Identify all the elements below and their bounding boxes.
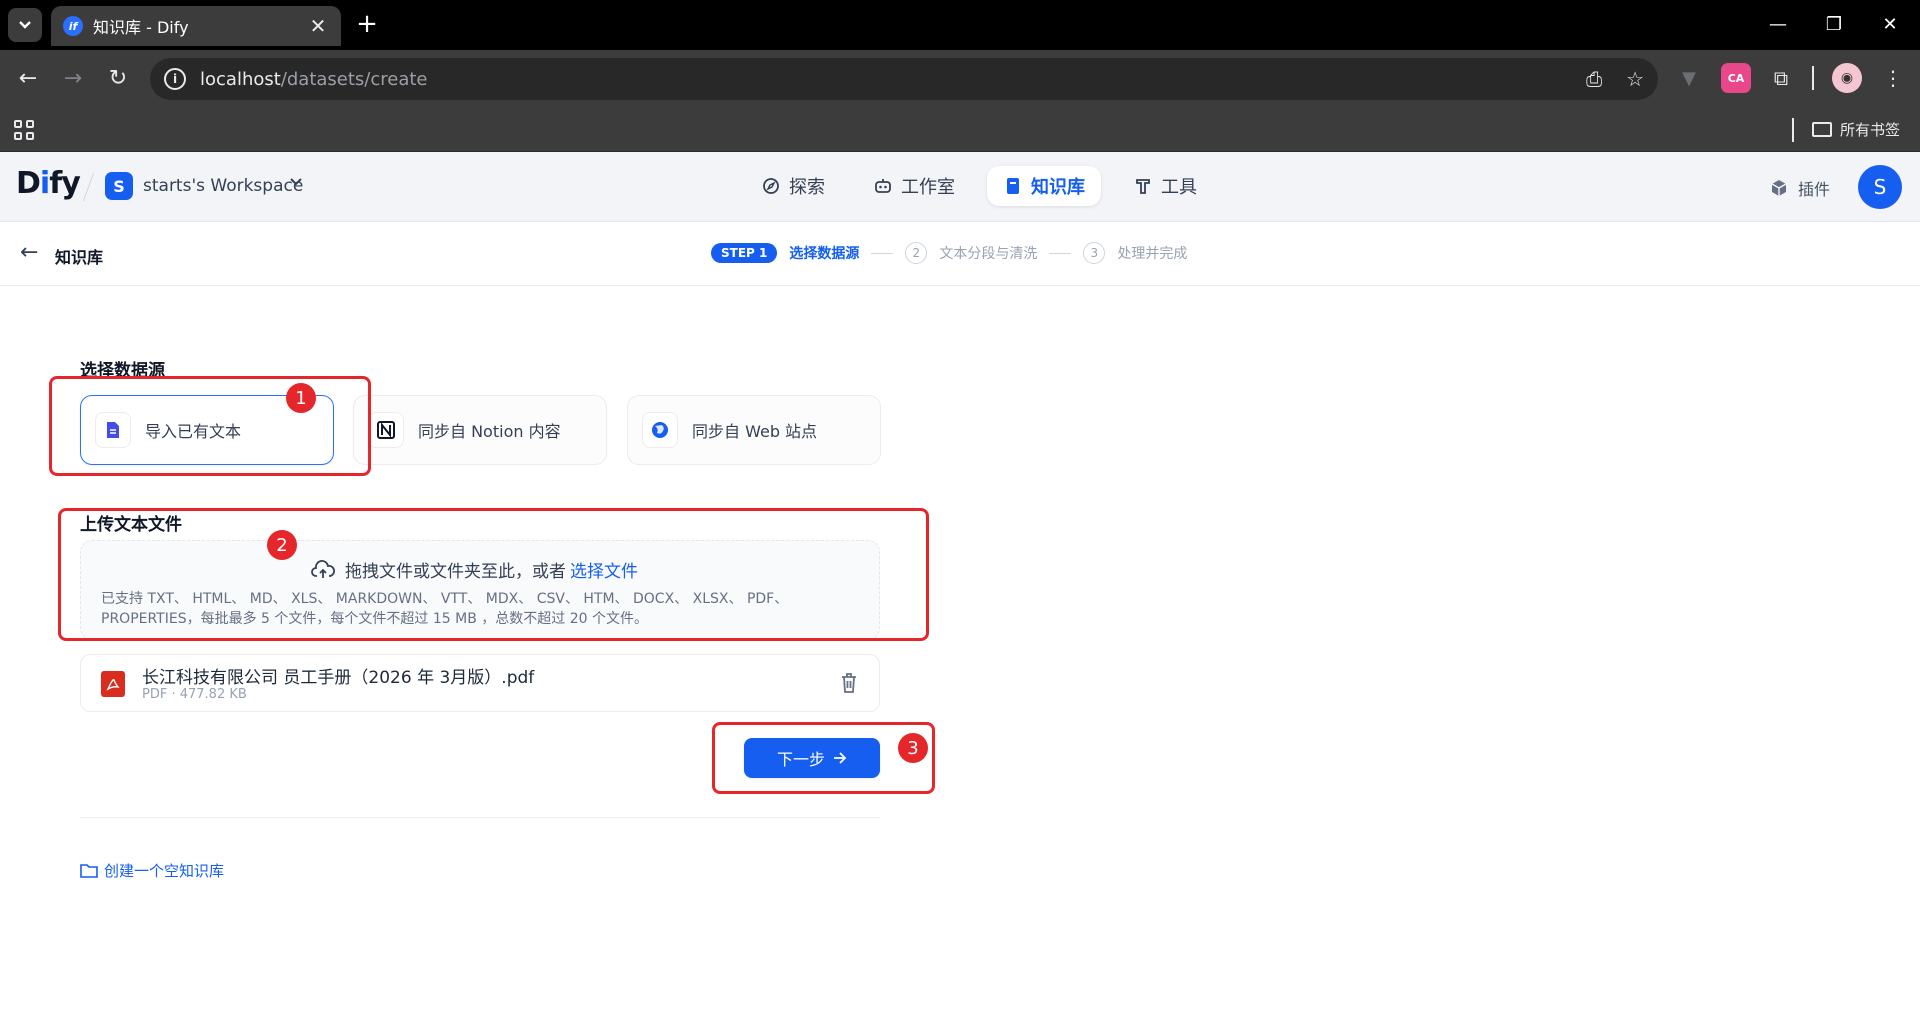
- plugin-button[interactable]: 插件: [1770, 176, 1830, 200]
- nav-explore-label: 探索: [789, 177, 825, 198]
- annotation-box-1: [49, 376, 371, 476]
- extensions-puzzle-icon[interactable]: ⧉: [1766, 63, 1796, 93]
- nav-knowledge[interactable]: 知识库: [987, 166, 1101, 206]
- back-arrow-icon[interactable]: ←: [20, 240, 38, 265]
- step-2-number: 2: [905, 242, 928, 264]
- annotation-box-2: [58, 508, 929, 641]
- globe-icon: [642, 412, 678, 448]
- window-close-icon[interactable]: ✕: [1870, 10, 1910, 40]
- forward-icon[interactable]: →: [55, 62, 91, 96]
- address-bar[interactable]: i localhost/datasets/create ⎙ ☆: [150, 58, 1658, 100]
- browser-tab-bar: if 知识库 - Dify ✕ + — ❐ ✕: [0, 0, 1920, 50]
- chevron-down-icon[interactable]: [290, 174, 302, 190]
- bookmarks-bar: 所有书签: [0, 108, 1920, 152]
- workspace-badge[interactable]: S: [105, 172, 133, 200]
- back-icon[interactable]: ←: [10, 62, 46, 96]
- apps-grid-icon[interactable]: [14, 120, 34, 140]
- step-1-badge: STEP 1: [711, 243, 778, 263]
- translate-extension-icon[interactable]: CA: [1721, 63, 1751, 93]
- app-header: Dify S starts's Workspace 探索 工作室 知识库 工具 …: [0, 152, 1920, 222]
- profile-avatar-icon[interactable]: ◉: [1832, 63, 1862, 93]
- create-empty-knowledge-label: 创建一个空知识库: [104, 862, 225, 880]
- bookmark-star-icon[interactable]: ☆: [1626, 67, 1644, 91]
- file-meta: PDF · 477.82 KB: [142, 687, 247, 702]
- all-bookmarks-folder[interactable]: 所有书签: [1812, 119, 1900, 140]
- back-to-knowledge-link[interactable]: 知识库: [55, 244, 103, 268]
- nav-tools-label: 工具: [1161, 177, 1197, 198]
- nav-studio-label: 工作室: [901, 177, 955, 198]
- plugin-label: 插件: [1798, 180, 1831, 199]
- step-1-label: 选择数据源: [789, 246, 860, 262]
- pdf-file-icon: [101, 671, 125, 697]
- reload-icon[interactable]: ↻: [100, 62, 136, 96]
- datasource-notion-label: 同步自 Notion 内容: [418, 422, 561, 441]
- bookmarks-divider: [1792, 118, 1794, 142]
- user-avatar[interactable]: S: [1858, 165, 1902, 209]
- nav-tools[interactable]: 工具: [1117, 166, 1213, 206]
- dify-logo[interactable]: Dify: [16, 166, 81, 201]
- nav-studio[interactable]: 工作室: [857, 166, 971, 206]
- tab-close-icon[interactable]: ✕: [307, 14, 329, 38]
- site-info-icon[interactable]: i: [164, 68, 186, 90]
- nav-explore[interactable]: 探索: [745, 166, 841, 206]
- step-2-label: 文本分段与清洗: [939, 246, 1038, 262]
- install-app-icon[interactable]: ⎙: [1586, 67, 1602, 91]
- compass-icon: [763, 178, 779, 194]
- minimize-icon[interactable]: —: [1758, 10, 1798, 40]
- tab-search-icon[interactable]: [8, 8, 42, 42]
- create-dataset-header: ← 知识库 STEP 1 选择数据源 2 文本分段与清洗 3 处理并完成: [0, 222, 1920, 286]
- toolbar-divider: [1812, 66, 1814, 90]
- hammer-icon: [1136, 179, 1150, 194]
- annotation-badge-1: 1: [286, 383, 316, 413]
- workspace-name[interactable]: starts's Workspace: [143, 176, 303, 196]
- create-empty-knowledge-link[interactable]: 创建一个空知识库: [80, 860, 224, 881]
- uploaded-file-item[interactable]: 长江科技有限公司 员工手册（2026 年 3月版）.pdf PDF · 477.…: [80, 654, 880, 712]
- datasource-web[interactable]: 同步自 Web 站点: [627, 395, 881, 465]
- step-connector: [871, 252, 894, 254]
- folder-icon: [1812, 122, 1832, 137]
- dify-favicon-icon: if: [63, 16, 83, 36]
- restore-icon[interactable]: ❐: [1814, 10, 1854, 40]
- datasource-notion[interactable]: 同步自 Notion 内容: [353, 395, 607, 465]
- step-3-label: 处理并完成: [1117, 246, 1188, 262]
- nav-knowledge-label: 知识库: [1031, 177, 1085, 198]
- robot-icon: [875, 179, 891, 193]
- content-divider: [80, 817, 880, 818]
- header-slash-divider: [82, 172, 95, 202]
- delete-file-icon[interactable]: [839, 671, 859, 695]
- step-indicator: STEP 1 选择数据源 2 文本分段与清洗 3 处理并完成: [711, 242, 1187, 264]
- tab-title: 知识库 - Dify: [93, 18, 189, 37]
- step-connector: [1049, 252, 1072, 254]
- cube-icon: [1771, 180, 1787, 196]
- main-nav: 探索 工作室 知识库 工具: [745, 166, 1213, 206]
- menu-dots-icon[interactable]: ⋮: [1878, 63, 1908, 93]
- annotation-badge-3: 3: [898, 733, 928, 763]
- annotation-badge-2: 2: [267, 530, 297, 560]
- url-text[interactable]: localhost/datasets/create: [200, 69, 1562, 90]
- browser-tab[interactable]: if 知识库 - Dify ✕: [51, 6, 341, 46]
- notion-icon: [368, 412, 404, 448]
- bookmark-folder-label: 所有书签: [1840, 121, 1901, 139]
- file-name: 长江科技有限公司 员工手册（2026 年 3月版）.pdf: [142, 668, 535, 688]
- extension-cat-icon[interactable]: ▼: [1674, 63, 1704, 93]
- folder-icon: [80, 864, 98, 878]
- step-3-number: 3: [1083, 242, 1106, 264]
- book-icon: [1007, 178, 1019, 194]
- datasource-web-label: 同步自 Web 站点: [692, 422, 818, 441]
- browser-toolbar: ← → ↻ i localhost/datasets/create ⎙ ☆ ▼ …: [0, 50, 1920, 108]
- new-tab-icon[interactable]: +: [352, 10, 382, 40]
